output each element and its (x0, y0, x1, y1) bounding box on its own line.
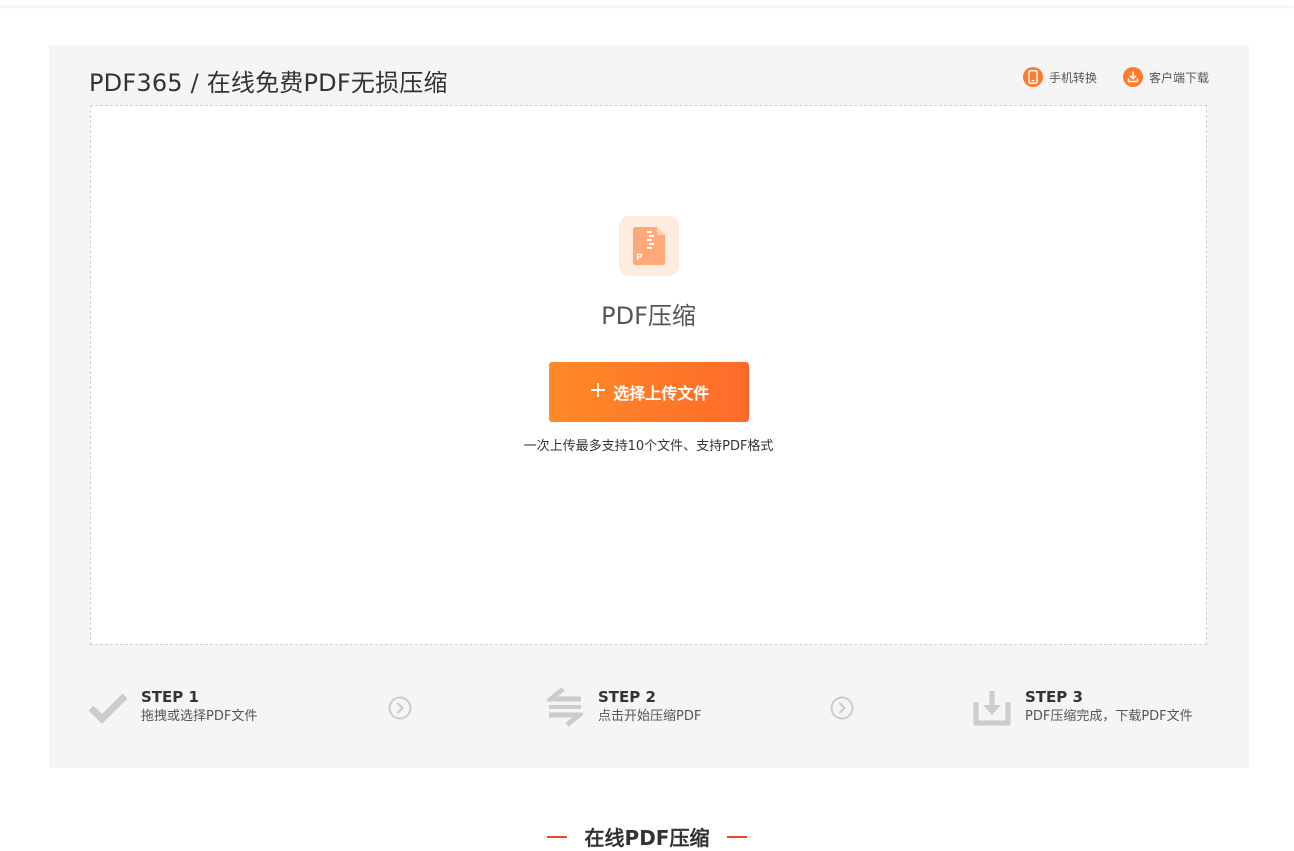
download-icon (1122, 67, 1143, 87)
step-1-title: STEP 1 (141, 688, 199, 706)
svg-text:P: P (636, 253, 643, 263)
client-download-label: 客户端下载 (1148, 70, 1209, 85)
step-3: STEP 3 PDF压缩完成，下载PDF文件 (972, 687, 1193, 727)
pdf-compress-file-icon: P (619, 216, 679, 276)
file-dropzone[interactable]: P PDF压缩 + 选择上传文件 一次上传最多支持10个文件、支持PDF格式 (90, 105, 1207, 645)
converter-panel: PDF365 / 在线免费PDF无损压缩 手机转换 客户端下载 P PDF压缩 … (49, 45, 1249, 768)
step-2-desc: 点击开始压缩PDF (598, 709, 702, 724)
mobile-icon (1022, 67, 1043, 87)
section-heading: 在线PDF压缩 (0, 822, 1294, 851)
mobile-convert-link[interactable]: 手机转换 (1022, 67, 1097, 87)
step-2: STEP 2 点击开始压缩PDF (545, 687, 701, 727)
step-3-desc: PDF压缩完成，下载PDF文件 (1025, 709, 1193, 724)
heading-divider-left (546, 835, 567, 838)
mobile-convert-label: 手机转换 (1048, 70, 1097, 85)
chevron-right-circle-icon (388, 696, 412, 720)
tool-name: PDF压缩 (601, 302, 696, 330)
top-navbar (0, 0, 1294, 6)
step-1: STEP 1 拖拽或选择PDF文件 (88, 687, 257, 727)
select-upload-file-button[interactable]: + 选择上传文件 (549, 362, 749, 422)
convert-arrows-icon (545, 687, 585, 727)
client-download-link[interactable]: 客户端下载 (1122, 67, 1209, 87)
chevron-right-circle-icon (830, 696, 854, 720)
plus-icon: + (588, 378, 608, 403)
section-title: 在线PDF压缩 (584, 826, 710, 850)
step-3-title: STEP 3 (1025, 688, 1083, 706)
page-title: PDF365 / 在线免费PDF无损压缩 (89, 69, 448, 97)
heading-divider-right (727, 835, 748, 838)
header-links: 手机转换 客户端下载 (1022, 67, 1209, 87)
upload-button-label: 选择上传文件 (613, 384, 710, 403)
download-tray-icon (972, 687, 1012, 727)
upload-hint: 一次上传最多支持10个文件、支持PDF格式 (523, 439, 774, 454)
checkmark-icon (88, 687, 128, 727)
step-1-desc: 拖拽或选择PDF文件 (141, 709, 258, 724)
step-2-title: STEP 2 (598, 688, 656, 706)
